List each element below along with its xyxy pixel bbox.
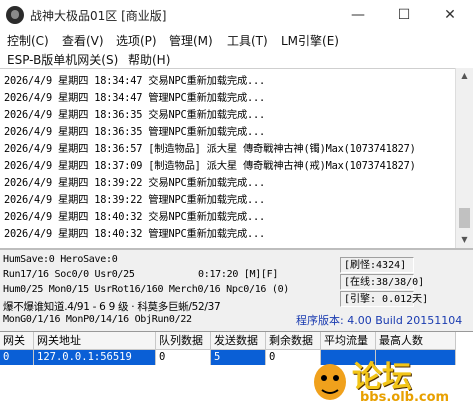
engine-days: [引擎: 0.012天] [340,291,428,307]
log-line: 2026/4/9 星期四 18:36:57 [制造物品] 派大星 傳奇戰神古神(… [4,143,416,155]
status-mon: MonG0/1/16 MonP0/14/16 ObjRun0/22 [3,314,192,325]
menu-gateway[interactable]: ESP-B版单机网关(S) [7,51,118,68]
version-label: 程序版本: 4.00 Build 20151104 [296,314,463,327]
cell-address: 127.0.0.1:56519 [34,350,156,365]
col-address[interactable]: 网关地址 [34,332,156,350]
scroll-up-icon[interactable]: ▲ [456,68,473,84]
cell-gateway: 0 [0,350,34,365]
status-save: HumSave:0 HeroSave:0 [3,254,118,265]
app-icon [6,6,24,24]
col-queue[interactable]: 队列数据 [156,332,211,350]
cell-sent: 5 [211,350,266,365]
menu-control[interactable]: 控制(C) [7,32,49,49]
log-line: 2026/4/9 星期四 18:36:35 交易NPC重新加载完成... [4,109,266,121]
cell-queue: 0 [156,350,211,365]
scroll-thumb[interactable] [459,208,470,228]
status-hum: Hum0/25 Mon0/15 UsrRot16/160 Merch0/16 N… [3,284,290,295]
menu-view[interactable]: 查看(V) [62,32,104,49]
col-remaining[interactable]: 剩余数据 [266,332,321,350]
menu-help[interactable]: 帮助(H) [128,51,170,68]
col-gateway[interactable]: 网关 [0,332,34,350]
log-line: 2026/4/9 星期四 18:34:47 交易NPC重新加载完成... [4,75,266,87]
refresh-count: [刷怪:4324] [340,257,414,273]
log-line: 2026/4/9 星期四 18:40:32 交易NPC重新加载完成... [4,211,266,223]
log-line: 2026/4/9 星期四 18:39:22 管理NPC重新加载完成... [4,194,266,206]
log-line: 2026/4/9 星期四 18:39:22 交易NPC重新加载完成... [4,177,266,189]
menu-tools[interactable]: 工具(T) [227,32,268,49]
log-panel[interactable]: 2026/4/9 星期四 18:34:47 交易NPC重新加载完成... 202… [0,68,473,249]
log-line: 2026/4/9 星期四 18:36:35 管理NPC重新加载完成... [4,126,266,138]
minimize-button[interactable]: — [335,0,381,30]
scroll-down-icon[interactable]: ▼ [456,232,473,248]
status-info: 爆不爆谁知道.4/91 - 6 9 级 · 科莫多巨蜥/52/37 [3,301,221,313]
log-line: 2026/4/9 星期四 18:37:09 [制造物品] 派大星 傳奇戰神古神(… [4,160,416,172]
online-count: [在线:38/38/0] [340,274,424,290]
watermark-url: bbs.olb.com [360,390,450,405]
maximize-button[interactable]: ☐ [381,0,427,30]
close-button[interactable]: ✕ [427,0,473,30]
watermark-logo: 论坛 bbs.olb.com [306,350,466,408]
status-time: 0:17:20 [M][F] [198,269,279,280]
menu-lm-engine[interactable]: LM引擎(E) [281,32,339,49]
menu-options[interactable]: 选项(P) [116,32,157,49]
status-run: Run17/16 Soc0/0 Usr0/25 [3,269,135,280]
log-line: 2026/4/9 星期四 18:34:47 管理NPC重新加载完成... [4,92,266,104]
col-sent[interactable]: 发送数据 [211,332,266,350]
col-max-users[interactable]: 最高人数 [376,332,456,350]
mascot-icon [314,364,346,400]
menu-bar: 控制(C) 查看(V) 选项(P) 管理(M) 工具(T) LM引擎(E) ES… [0,30,473,68]
menu-manage[interactable]: 管理(M) [169,32,213,49]
col-avg-flow[interactable]: 平均流量 [321,332,376,350]
log-line: 2026/4/9 星期四 18:40:32 管理NPC重新加载完成... [4,228,266,240]
log-scrollbar[interactable]: ▲ ▼ [455,68,473,248]
title-bar: 战神大极品01区 [商业版] — ☐ ✕ [0,0,473,30]
window-title: 战神大极品01区 [商业版] [30,9,167,23]
